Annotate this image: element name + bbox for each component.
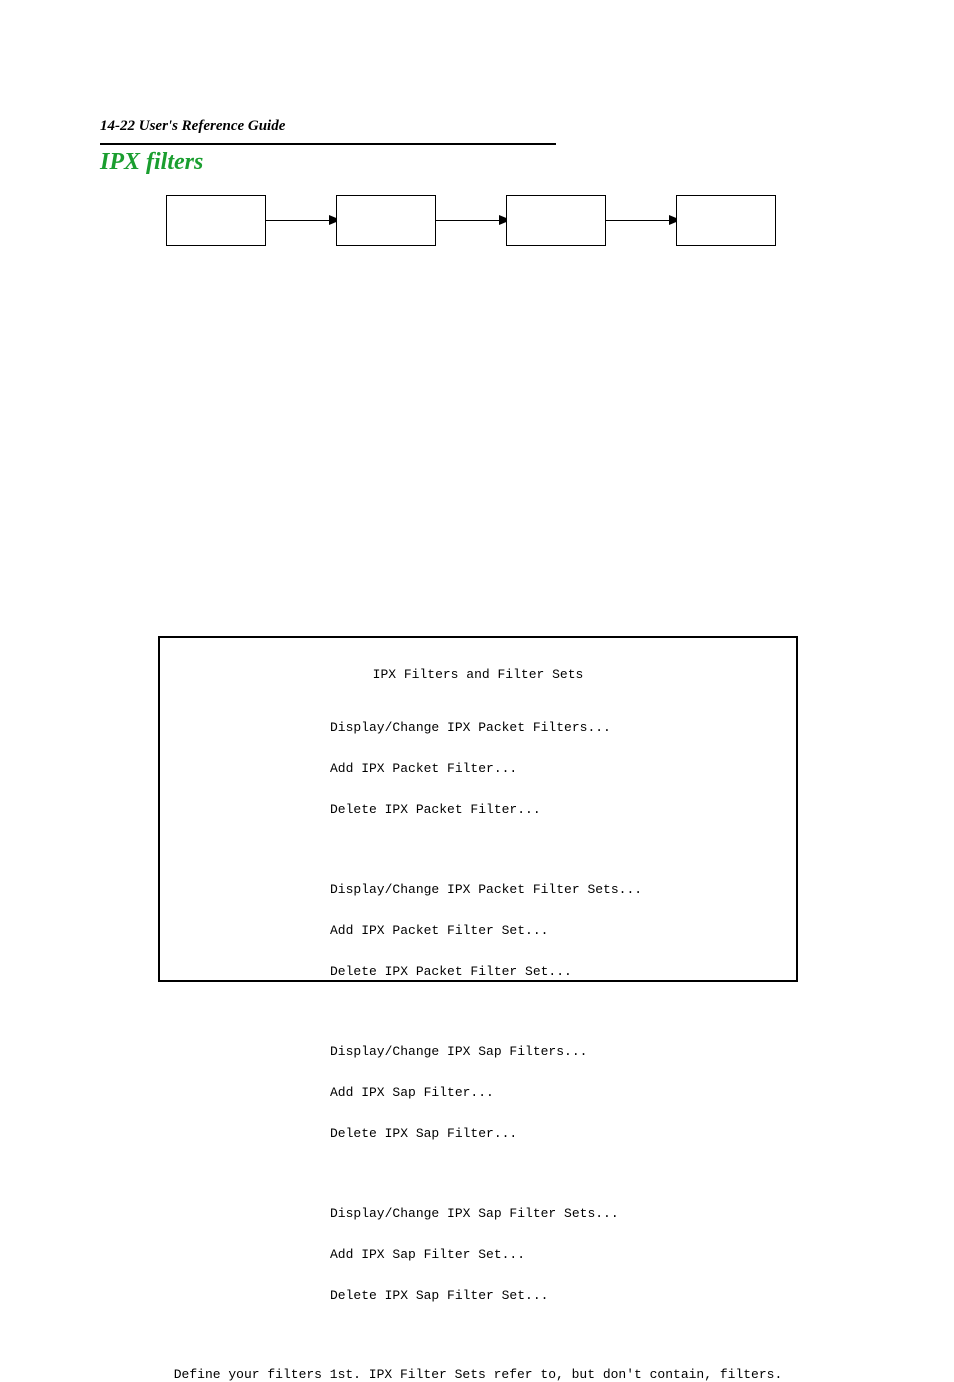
menu-item[interactable]: Add IPX Sap Filter Set... <box>330 1248 786 1262</box>
menu-item[interactable]: Display/Change IPX Sap Filter Sets... <box>330 1207 786 1221</box>
arrow-line-3 <box>606 220 676 221</box>
flow-box-4 <box>676 195 776 246</box>
menu-group-sap-filters: Display/Change IPX Sap Filters... Add IP… <box>330 1018 786 1168</box>
page-header: 14-22 User's Reference Guide IPX filters <box>100 118 556 176</box>
menu-group-packet-filter-sets: Display/Change IPX Packet Filter Sets...… <box>330 856 786 1006</box>
menu-item[interactable]: Delete IPX Packet Filter Set... <box>330 965 786 979</box>
menu-item[interactable]: Delete IPX Sap Filter... <box>330 1127 786 1141</box>
header-rule <box>100 143 556 145</box>
menu-item[interactable]: Add IPX Packet Filter Set... <box>330 924 786 938</box>
flow-box-1 <box>166 195 266 246</box>
terminal-title: IPX Filters and Filter Sets <box>170 668 786 682</box>
menu-item[interactable]: Display/Change IPX Sap Filters... <box>330 1045 786 1059</box>
menu-item[interactable]: Add IPX Sap Filter... <box>330 1086 786 1100</box>
menu-item[interactable]: Display/Change IPX Packet Filter Sets... <box>330 883 786 897</box>
terminal-help-text: Define your filters 1st. IPX Filter Sets… <box>170 1368 786 1382</box>
arrow-line-1 <box>266 220 336 221</box>
section-title: IPX filters <box>100 149 556 176</box>
menu-item[interactable]: Display/Change IPX Packet Filters... <box>330 721 786 735</box>
flow-box-2 <box>336 195 436 246</box>
menu-item[interactable]: Delete IPX Packet Filter... <box>330 803 786 817</box>
menu-item[interactable]: Add IPX Packet Filter... <box>330 762 786 776</box>
menu-item[interactable]: Delete IPX Sap Filter Set... <box>330 1289 786 1303</box>
flow-box-3 <box>506 195 606 246</box>
arrow-line-2 <box>436 220 506 221</box>
terminal-screen: IPX Filters and Filter Sets Display/Chan… <box>158 636 798 982</box>
page-number-ref: 14-22 User's Reference Guide <box>100 118 556 135</box>
menu-group-packet-filters: Display/Change IPX Packet Filters... Add… <box>330 694 786 844</box>
flow-diagram <box>166 195 786 255</box>
menu-group-sap-filter-sets: Display/Change IPX Sap Filter Sets... Ad… <box>330 1180 786 1330</box>
